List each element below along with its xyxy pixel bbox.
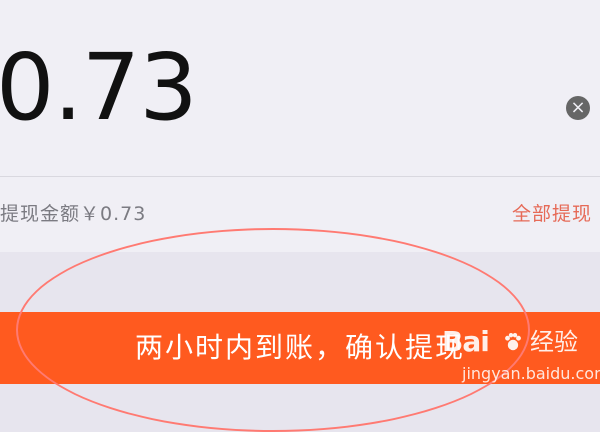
withdraw-card: 0.73 × 提现金额￥0.73 全部提现 — [0, 0, 600, 252]
confirm-withdraw-button[interactable]: 两小时内到账，确认提现 — [0, 312, 600, 384]
clear-icon[interactable]: × — [566, 96, 590, 120]
withdraw-all-link[interactable]: 全部提现 — [512, 204, 592, 224]
amount-input-value[interactable]: 0.73 — [0, 42, 198, 134]
divider — [0, 176, 600, 177]
available-amount: 提现金额￥0.73 — [0, 203, 147, 225]
